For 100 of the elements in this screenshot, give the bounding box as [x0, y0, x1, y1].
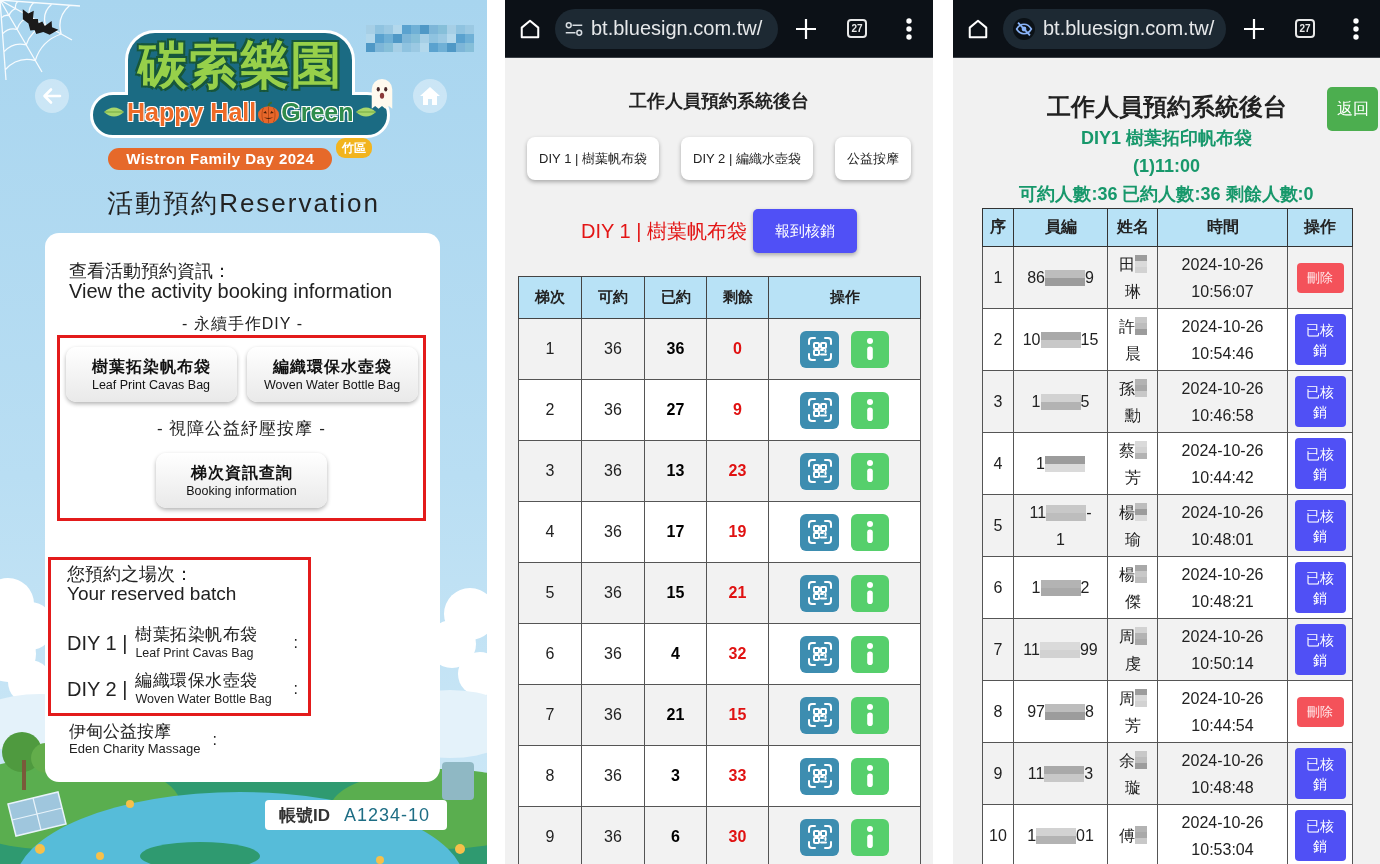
delete-button[interactable]: 刪除 [1296, 262, 1344, 293]
pixelated-redaction [1039, 642, 1080, 658]
home-icon[interactable] [519, 17, 541, 40]
plus-icon[interactable] [1244, 18, 1264, 39]
batch-number: 6 [518, 623, 582, 685]
employee-id: 1 [1056, 530, 1065, 548]
pixelated-redaction [1134, 254, 1147, 273]
info-icon [866, 521, 874, 543]
checked-in-button[interactable]: 已核銷 [1294, 624, 1346, 675]
logo-title: 碳索樂園 [125, 30, 356, 95]
activity-button[interactable]: 梯次資訊查詢 Booking information [156, 453, 327, 508]
scan-button[interactable] [800, 391, 839, 429]
checked-in-button[interactable]: 已核銷 [1294, 438, 1346, 489]
info-icon [866, 765, 874, 787]
employee-id: 2 [1080, 579, 1090, 596]
employee-name: 琳 [1124, 282, 1141, 300]
pixelated-redaction [1044, 456, 1085, 472]
qr-scan-icon [807, 764, 832, 788]
row-number: 5 [982, 494, 1014, 557]
address-bar[interactable]: bt.bluesign.com.tw/ [1003, 8, 1226, 49]
scan-button[interactable] [800, 696, 839, 734]
batch-number: 5 [518, 562, 582, 624]
tune-icon[interactable] [565, 20, 583, 37]
employee-id: 11 [1029, 503, 1047, 521]
activity-button[interactable]: DIY 1 | 樹葉帆布袋 [527, 137, 659, 180]
pixelated-redaction [1044, 704, 1085, 720]
row-number: 6 [982, 556, 1014, 619]
info-button[interactable] [851, 330, 889, 368]
booked-count: 4 [644, 623, 707, 685]
employee-id: 15 [1080, 331, 1099, 348]
pumpkin-icon [257, 100, 281, 124]
activity-button[interactable]: 公益按摩 [834, 137, 911, 180]
booking-time: 10:54:46 [1191, 344, 1254, 362]
logo-tagline: Green [281, 97, 354, 127]
booking-time: 10:50:14 [1191, 654, 1254, 672]
booked-count: 15 [644, 562, 707, 624]
pixelated-redaction [1036, 828, 1077, 844]
employee-name: 楊 [1118, 565, 1135, 583]
booking-date: 2024-10-26 [1181, 503, 1264, 521]
pixelated-redaction [1044, 766, 1085, 782]
activity-button[interactable]: DIY 2 | 編織水壺袋 [681, 137, 813, 180]
checked-in-button[interactable]: 已核銷 [1294, 376, 1346, 427]
scan-button[interactable] [800, 818, 839, 856]
scan-button[interactable] [800, 513, 839, 551]
intro-text: 查看活動預約資訊： [69, 261, 231, 281]
scan-button[interactable] [800, 635, 839, 673]
info-button[interactable] [851, 391, 889, 429]
address-bar[interactable]: bt.bluesign.com.tw/ [555, 8, 778, 49]
session-time: (1)11:00 [1132, 155, 1200, 178]
check-in-button[interactable]: 報到核銷 [753, 209, 857, 253]
section-heading: - 永續手作DIY - [182, 314, 303, 334]
pixelated-redaction [1046, 504, 1087, 521]
more-menu-icon[interactable] [1353, 17, 1359, 40]
info-button[interactable] [851, 574, 889, 612]
capacity-count: 36 [581, 440, 645, 502]
home-icon[interactable] [967, 17, 989, 40]
batch-number: 4 [518, 501, 582, 563]
plus-icon[interactable] [796, 18, 816, 39]
checked-in-button[interactable]: 已核銷 [1294, 748, 1346, 799]
scan-button[interactable] [800, 330, 839, 368]
scan-button[interactable] [800, 452, 839, 490]
checked-in-button[interactable]: 已核銷 [1294, 562, 1346, 613]
pixelated-redaction [1134, 626, 1147, 645]
capacity-count: 36 [581, 806, 645, 864]
employee-name: 余 [1118, 751, 1135, 769]
employee-id: 1 [1031, 393, 1041, 410]
checked-in-button[interactable]: 已核銷 [1294, 810, 1346, 861]
info-button[interactable] [851, 452, 889, 490]
batch-number: 1 [518, 318, 582, 380]
info-button[interactable] [851, 635, 889, 673]
booking-time: 10:44:42 [1191, 468, 1254, 486]
more-menu-icon[interactable] [906, 17, 912, 40]
booking-date: 2024-10-26 [1181, 255, 1264, 273]
qr-scan-icon [807, 520, 832, 544]
employee-name: 晨 [1124, 344, 1141, 362]
tab-count-button[interactable]: 27 [1295, 19, 1315, 38]
activity-button[interactable]: 樹葉拓染帆布袋 Leaf Print Cavas Bag [65, 347, 237, 402]
eye-slash-icon[interactable] [1013, 17, 1035, 40]
activity-button[interactable]: 編織環保水壺袋 Woven Water Bottle Bag [246, 347, 418, 402]
checked-in-button[interactable]: 已核銷 [1294, 314, 1346, 365]
info-button[interactable] [851, 757, 889, 795]
url-text: bt.bluesign.com.tw/ [1043, 17, 1215, 40]
remaining-count: 21 [706, 562, 769, 624]
scan-button[interactable] [800, 574, 839, 612]
tab-count-button[interactable]: 27 [847, 19, 867, 38]
booking-time: 10:56:07 [1191, 282, 1254, 300]
employee-id: 8 [1084, 703, 1094, 720]
employee-name: 虔 [1124, 654, 1141, 672]
batch-number: 7 [518, 684, 582, 746]
pixelated-redaction [1040, 332, 1081, 348]
scan-button[interactable] [800, 757, 839, 795]
checked-in-button[interactable]: 已核銷 [1294, 500, 1346, 551]
info-button[interactable] [851, 696, 889, 734]
info-button[interactable] [851, 818, 889, 856]
reserved-heading: 您預約之場次： [67, 564, 193, 584]
pixelated-redaction [1134, 502, 1147, 521]
delete-button[interactable]: 刪除 [1296, 696, 1344, 727]
booked-count: 3 [644, 745, 707, 807]
back-button[interactable]: 返回 [1327, 87, 1378, 131]
info-button[interactable] [851, 513, 889, 551]
